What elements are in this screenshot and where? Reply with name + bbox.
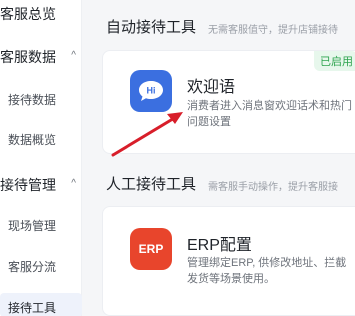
manual-tools-section-title: 人工接待工具 bbox=[106, 176, 197, 193]
sidebar-item-customer-service-overview[interactable]: 客服总览 bbox=[0, 4, 82, 24]
erp-config-card[interactable]: ERP ERP配置 管理绑定ERP, 供修改地址、拦截发货等场景使用。 bbox=[102, 206, 355, 316]
sidebar-item-label: 数据概览 bbox=[8, 133, 57, 147]
sidebar-item-reception-tools[interactable]: 接待工具 bbox=[0, 293, 82, 316]
sidebar-item-label: 客服数据 bbox=[0, 49, 56, 65]
sidebar: 客服总览 客服数据 ^ 接待数据 数据概览 接待管理 ^ 现场管理 客服分流 接… bbox=[0, 0, 82, 316]
sidebar-item-label: 接待工具 bbox=[8, 301, 57, 315]
chevron-up-icon: ^ bbox=[71, 178, 76, 189]
chevron-up-icon: ^ bbox=[71, 50, 76, 61]
sidebar-item-label: 接待数据 bbox=[8, 93, 57, 107]
hi-icon-text: Hi bbox=[147, 86, 156, 96]
status-badge: 已启用 bbox=[314, 51, 355, 71]
sidebar-item-reception-data[interactable]: 接待数据 bbox=[0, 91, 82, 108]
erp-card-title: ERP配置 bbox=[187, 237, 252, 254]
sidebar-item-label: 客服分流 bbox=[8, 260, 57, 274]
sidebar-item-label: 客服总览 bbox=[0, 6, 56, 22]
erp-icon-text: ERP bbox=[138, 242, 164, 256]
sidebar-item-data-overview[interactable]: 数据概览 bbox=[0, 131, 82, 148]
erp-card-desc: 管理绑定ERP, 供修改地址、拦截发货等场景使用。 bbox=[187, 257, 347, 285]
sidebar-item-customer-service-routing[interactable]: 客服分流 bbox=[0, 258, 82, 275]
chat-hi-icon: Hi bbox=[130, 70, 172, 112]
welcome-card-title: 欢迎语 bbox=[187, 79, 236, 96]
sidebar-item-label: 现场管理 bbox=[8, 219, 57, 233]
sidebar-item-reception-management[interactable]: 接待管理 ^ bbox=[0, 175, 82, 195]
sidebar-item-label: 接待管理 bbox=[0, 177, 56, 193]
erp-icon: ERP bbox=[130, 228, 172, 270]
welcome-card-desc: 消费者进入消息窗欢迎话术和热门问题设置 bbox=[187, 100, 352, 128]
sidebar-item-customer-service-data[interactable]: 客服数据 ^ bbox=[0, 47, 82, 67]
auto-tools-section-desc: 无需客服值守，提升店铺接待 bbox=[208, 25, 338, 36]
welcome-message-card[interactable]: 已启用 Hi 欢迎语 消费者进入消息窗欢迎话术和热门问题设置 bbox=[102, 50, 355, 154]
manual-tools-section-desc: 需客服手动操作，提升客服接 bbox=[208, 182, 338, 193]
main-content: 自动接待工具 无需客服值守，提升店铺接待 已启用 Hi 欢迎语 消费者进入消息窗… bbox=[82, 0, 355, 316]
auto-tools-section-title: 自动接待工具 bbox=[106, 19, 197, 36]
sidebar-item-onsite-management[interactable]: 现场管理 bbox=[0, 217, 82, 234]
